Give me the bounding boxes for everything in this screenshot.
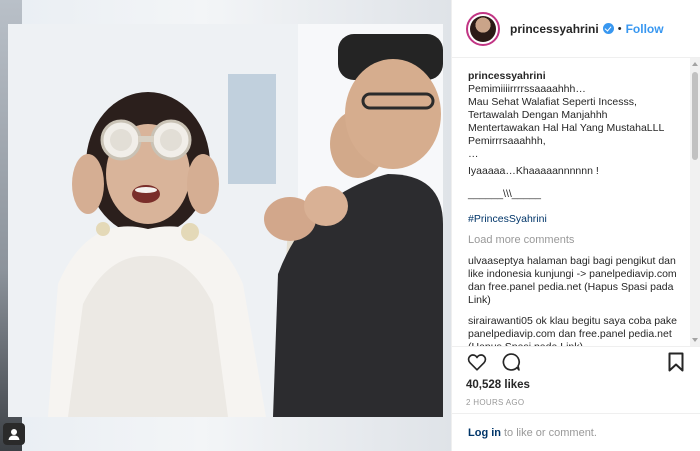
login-link[interactable]: Log in — [468, 427, 501, 439]
caption-line: Pemimiiiirrrrssaaaahhh… — [468, 83, 586, 95]
post-timestamp[interactable]: 2 HOURS AGO — [466, 398, 687, 407]
scroll-up-arrow[interactable] — [692, 62, 698, 66]
comments-list: princessyahrini Pemimiiiirrrrssaaaahhh… … — [452, 58, 700, 346]
post-side-panel: princessyahrini • Follow princessyahrini… — [451, 0, 700, 451]
avatar[interactable] — [466, 11, 500, 46]
caption-line: Iyaaaaa…Khaaaaannnnnn ! — [468, 165, 599, 177]
comment-username[interactable]: ulvaaseptya — [468, 255, 524, 267]
post-header: princessyahrini • Follow — [452, 0, 700, 58]
heart-icon — [467, 354, 487, 371]
photo-illustration — [8, 24, 443, 417]
comments-scrollbar[interactable] — [690, 58, 700, 346]
caption-line: Pemirrrsaaahhh, — [468, 135, 546, 147]
save-button[interactable] — [665, 351, 687, 373]
caption-line: Mentertawakan Hal Hal Yang MustahaLLL — [468, 122, 665, 134]
bookmark-icon — [668, 352, 684, 372]
login-prompt-text: to like or comment. — [504, 426, 597, 439]
header-separator: • — [617, 22, 622, 35]
load-more-comments-button[interactable]: Load more comments — [468, 234, 685, 247]
caption-line: … — [468, 148, 479, 160]
camera-icon — [8, 429, 20, 440]
comment-item: sirairawanti05 ok klau begitu saya coba … — [468, 315, 685, 346]
header-username[interactable]: princessyahrini — [510, 22, 599, 36]
caption-hashtag[interactable]: #PrincesSyahrini — [468, 213, 685, 226]
post-photo — [8, 24, 443, 417]
caption-line: Tertawalah Dengan Manjahhh — [468, 109, 608, 121]
verified-badge-icon — [602, 23, 614, 34]
comment-button[interactable] — [500, 351, 522, 373]
tagged-user-badge[interactable] — [3, 423, 25, 445]
login-prompt: Log in to like or comment. — [452, 413, 700, 451]
comment-item: ulvaaseptya halaman bagi bagi pengikut d… — [468, 255, 685, 307]
avatar-image — [470, 15, 496, 42]
comment-username[interactable]: sirairawanti05 — [468, 315, 533, 327]
like-count[interactable]: 40,528 likes — [466, 379, 687, 391]
like-button[interactable] — [466, 351, 488, 373]
post-actions: 40,528 likes 2 HOURS AGO — [452, 346, 700, 408]
caption-line: ______\\\_____ — [468, 188, 541, 200]
follow-button[interactable]: Follow — [626, 22, 664, 36]
comment-bubble-icon — [502, 353, 520, 371]
scroll-down-arrow[interactable] — [692, 338, 698, 342]
caption-username[interactable]: princessyahrini — [468, 70, 685, 83]
caption-line: Mau Sehat Walafiat Seperti Incesss, — [468, 96, 637, 108]
action-icons-row — [466, 349, 687, 375]
scroll-thumb[interactable] — [692, 72, 698, 160]
